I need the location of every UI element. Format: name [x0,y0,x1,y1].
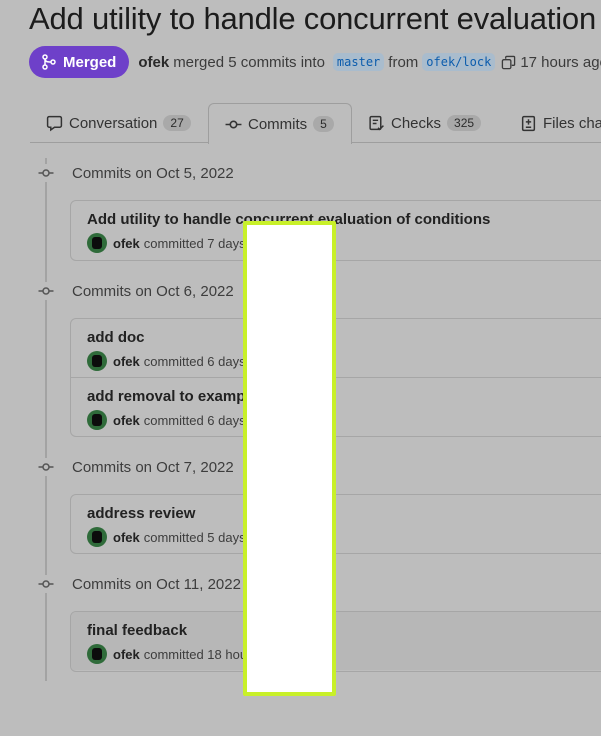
commit-icon [37,458,55,476]
group-date: Commits on Oct 11, 2022 [72,575,241,593]
timeline-line [45,158,47,681]
commit-author[interactable]: ofek [113,413,140,428]
merged-time: 17 hours ago [520,53,601,71]
avatar[interactable] [87,233,107,253]
tab-checks-count: 325 [447,115,482,131]
tab-checks-label: Checks [391,114,442,132]
checklist-icon [369,115,384,130]
group-date: Commits on Oct 5, 2022 [72,164,234,182]
pr-author-link[interactable]: ofek [138,54,169,71]
commit-icon [37,282,55,300]
group-date: Commits on Oct 7, 2022 [72,458,234,476]
page-title: Add utility to handle concurrent evaluat… [29,1,596,36]
git-merge-icon [42,54,56,70]
base-branch[interactable]: master [332,53,385,71]
commit-message[interactable]: address review [87,505,195,522]
commit-message[interactable]: add removal to example [87,388,258,405]
avatar[interactable] [87,410,107,430]
tab-commits-count: 5 [313,116,334,132]
commit-icon [225,120,242,128]
commit-author[interactable]: ofek [113,647,140,662]
commit-message[interactable]: add doc [87,329,145,346]
pr-meta: Merged ofek merged 5 commits into master… [29,46,601,78]
pull-request-page: Add utility to handle concurrent evaluat… [0,0,601,736]
avatar[interactable] [87,527,107,547]
status-badge-label: Merged [63,53,117,71]
commit-row[interactable]: final feedback ofek committed 18 hours a… [71,612,601,670]
commit-message[interactable]: final feedback [87,622,187,639]
commit-icon [37,164,55,182]
commit-group-heading: Commits on Oct 7, 2022 [37,458,234,476]
head-branch[interactable]: ofek/lock [422,53,496,71]
file-diff-icon [521,115,536,131]
avatar[interactable] [87,351,107,371]
highlight-box [243,221,336,696]
group-date: Commits on Oct 6, 2022 [72,282,234,300]
merged-text: merged 5 commits into [173,53,325,71]
status-badge: Merged [29,46,130,78]
commit-group-heading: Commits on Oct 6, 2022 [37,282,234,300]
commit-icon [37,575,55,593]
tab-conversation[interactable]: Conversation 27 [46,103,191,143]
commit-row[interactable]: address review ofek committed 5 days ago [71,495,601,553]
comment-icon [46,115,63,131]
commit-author[interactable]: ofek [113,530,140,545]
avatar[interactable] [87,644,107,664]
commit-row[interactable]: add removal to example ofek committed 6 … [71,377,601,435]
tab-conversation-count: 27 [163,115,191,131]
tab-files-changed[interactable]: Files cha [520,103,601,143]
tab-commits[interactable]: Commits 5 [208,103,352,144]
tab-files-label: Files cha [543,114,601,132]
tab-conversation-label: Conversation [69,114,158,132]
commit-row[interactable]: add doc ofek committed 6 days ago [71,319,601,377]
commit-author[interactable]: ofek [113,354,140,369]
from-text: from [388,53,419,71]
commit-author[interactable]: ofek [113,236,140,251]
pr-tabs: Conversation 27 Commits 5 Checks 325 Fil… [30,103,601,144]
commit-group-heading: Commits on Oct 5, 2022 [37,164,234,182]
copy-icon[interactable] [501,55,516,70]
tab-checks[interactable]: Checks 325 [368,103,482,143]
commit-group-heading: Commits on Oct 11, 2022 [37,575,241,593]
tab-commits-label: Commits [248,115,308,133]
commit-row[interactable]: Add utility to handle concurrent evaluat… [71,201,601,259]
